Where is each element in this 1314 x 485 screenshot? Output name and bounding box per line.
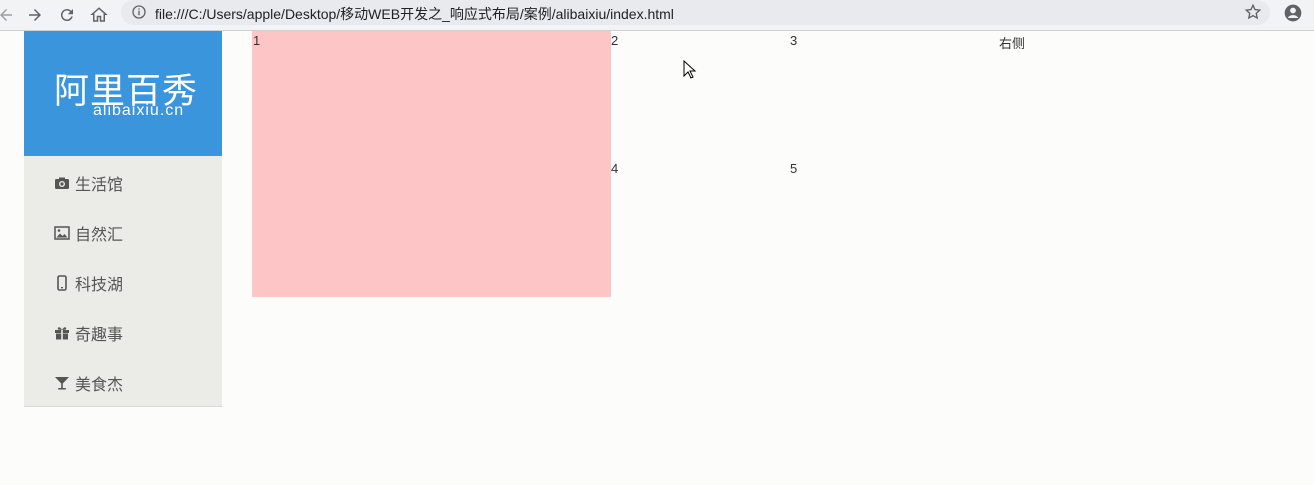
home-button[interactable] <box>87 3 111 27</box>
profile-avatar-icon[interactable] <box>1283 3 1303 23</box>
url-text[interactable]: file:///C:/Users/apple/Desktop/移动WEB开发之_… <box>155 4 674 24</box>
phone-icon <box>54 275 70 291</box>
camera-icon <box>54 175 70 191</box>
forward-arrow-icon <box>29 9 41 21</box>
gift-icon <box>54 325 70 341</box>
content-box-1: 1 <box>252 31 611 297</box>
sidebar-item-label: 美食杰 <box>75 375 124 394</box>
box-label: 1 <box>253 33 261 48</box>
right-column: 右侧 <box>999 33 1025 52</box>
sidebar-menu: 生活馆 自然汇 科技湖 奇趣事 美食杰 <box>24 156 222 408</box>
mouse-cursor-icon <box>683 60 697 79</box>
bookmark-star-icon[interactable] <box>1244 3 1262 21</box>
glass-icon <box>54 375 70 391</box>
sidebar-item-meishijie[interactable]: 美食杰 <box>24 358 222 408</box>
reload-icon <box>60 9 73 22</box>
content-box-3: 3 <box>790 33 797 48</box>
sidebar-item-label: 生活馆 <box>75 175 124 194</box>
sidebar: 阿里百秀 alibaixiu.cn 生活馆 自然汇 科技湖 奇趣事 美食杰 <box>24 31 222 407</box>
content-box-5: 5 <box>790 161 797 176</box>
logo-domain-text: alibaixiu.cn <box>93 102 185 119</box>
sidebar-item-kejihu[interactable]: 科技湖 <box>24 258 222 308</box>
reload-button[interactable] <box>55 3 79 27</box>
picture-icon <box>54 225 70 241</box>
content-box-2: 2 <box>611 33 618 48</box>
home-icon <box>90 7 108 22</box>
box-label: 4 <box>611 161 619 176</box>
sidebar-item-shenghuoguan[interactable]: 生活馆 <box>24 158 222 208</box>
sidebar-item-qiqushi[interactable]: 奇趣事 <box>24 308 222 358</box>
site-logo[interactable]: 阿里百秀 alibaixiu.cn <box>24 31 222 156</box>
content-box-4: 4 <box>611 161 618 176</box>
right-label: 右侧 <box>999 36 1026 51</box>
box-label: 3 <box>790 33 798 48</box>
address-bar[interactable]: file:///C:/Users/apple/Desktop/移动WEB开发之_… <box>121 0 1270 25</box>
info-icon[interactable] <box>131 4 147 20</box>
sidebar-item-label: 奇趣事 <box>75 325 124 344</box>
back-button[interactable] <box>0 3 18 27</box>
box-label: 5 <box>790 161 798 176</box>
box-label: 2 <box>611 33 619 48</box>
sidebar-item-label: 科技湖 <box>75 275 124 294</box>
browser-toolbar: file:///C:/Users/apple/Desktop/移动WEB开发之_… <box>0 0 1314 31</box>
sidebar-item-ziranhui[interactable]: 自然汇 <box>24 208 222 258</box>
back-arrow-icon <box>0 9 12 21</box>
forward-button[interactable] <box>23 3 47 27</box>
sidebar-item-label: 自然汇 <box>75 225 124 244</box>
